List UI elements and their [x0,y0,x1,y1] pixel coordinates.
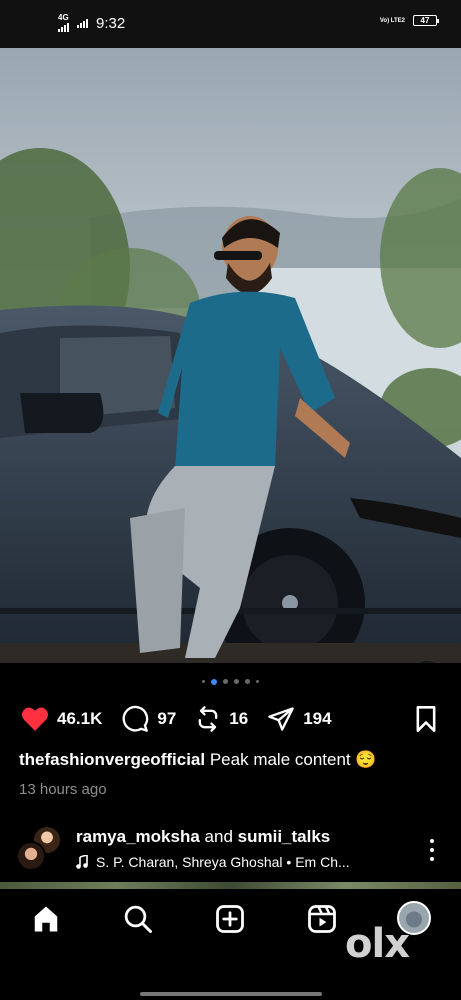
signal-strength-icon [77,18,88,28]
nav-search[interactable] [122,903,154,935]
repost-icon [198,706,218,732]
create-icon [216,905,244,933]
carousel-dot [234,679,239,684]
music-note-icon [76,855,88,869]
home-icon [34,906,58,932]
comment-icon [123,705,149,732]
collab-user-1[interactable]: ramya_moksha [76,827,200,846]
music-title: S. P. Charan, Shreya Ghoshal • Em Ch... [96,854,350,870]
save-button[interactable] [413,705,439,738]
volte-indicator: Vo) LTE2 [379,17,405,24]
send-icon [268,707,295,731]
carousel-dot [211,678,217,685]
network-type: 4G [58,13,69,22]
nav-create[interactable] [214,903,246,935]
share-count: 194 [303,709,332,728]
post-photo-illustration [0,48,461,663]
next-post-header: ramya_moksha and sumii_talks S. P. Chara… [16,823,446,879]
carousel-dot [223,679,228,684]
more-dot [430,848,434,852]
battery-level: 47 [420,16,430,25]
carousel-indicator [0,678,461,685]
carousel-dot [202,680,205,683]
carousel-dot [245,679,250,684]
network-indicator: 4G [58,14,69,32]
like-count: 46.1K [57,709,103,728]
status-bar: 4G 9:32 Vo) LTE2 47 [0,0,461,48]
post-timestamp: 13 hours ago [19,781,107,798]
reels-icon [308,905,336,933]
caption-username[interactable]: thefashionvergeofficial [19,750,205,769]
heart-filled-icon [22,707,48,731]
nav-reels[interactable] [306,903,338,935]
music-attribution[interactable]: S. P. Charan, Shreya Ghoshal • Em Ch... [76,854,350,870]
bookmark-icon [416,706,436,732]
collab-avatars[interactable] [16,825,64,873]
repost-count: 16 [229,709,249,728]
like-button[interactable]: 46.1K [20,706,102,732]
search-icon [124,905,152,933]
bottom-navigation: olx [0,889,461,1000]
carousel-dot [256,680,259,683]
collab-joiner: and [204,827,233,846]
nav-home[interactable] [30,903,62,935]
collab-usernames: ramya_moksha and sumii_talks [76,827,330,847]
clock: 9:32 [96,14,126,32]
collab-user-2[interactable]: sumii_talks [238,827,331,846]
repost-button[interactable]: 16 [194,705,248,733]
caption-text: Peak male content 😌 [209,750,377,769]
comment-count: 97 [157,709,177,728]
share-button[interactable]: 194 [266,705,332,733]
avatar [16,841,46,871]
olx-watermark: olx [345,921,410,967]
post-photo[interactable] [0,48,461,663]
battery-icon: 47 [413,15,439,26]
more-dot [430,839,434,843]
next-post-preview [0,882,461,889]
home-indicator[interactable] [140,992,322,996]
more-options-button[interactable] [422,839,442,861]
signal-icon [58,22,69,32]
post-caption: thefashionvergeofficial Peak male conten… [19,750,377,770]
post-actions: 46.1K 97 16 194 [20,703,441,735]
comment-button[interactable]: 97 [120,705,176,733]
more-dot [430,857,434,861]
